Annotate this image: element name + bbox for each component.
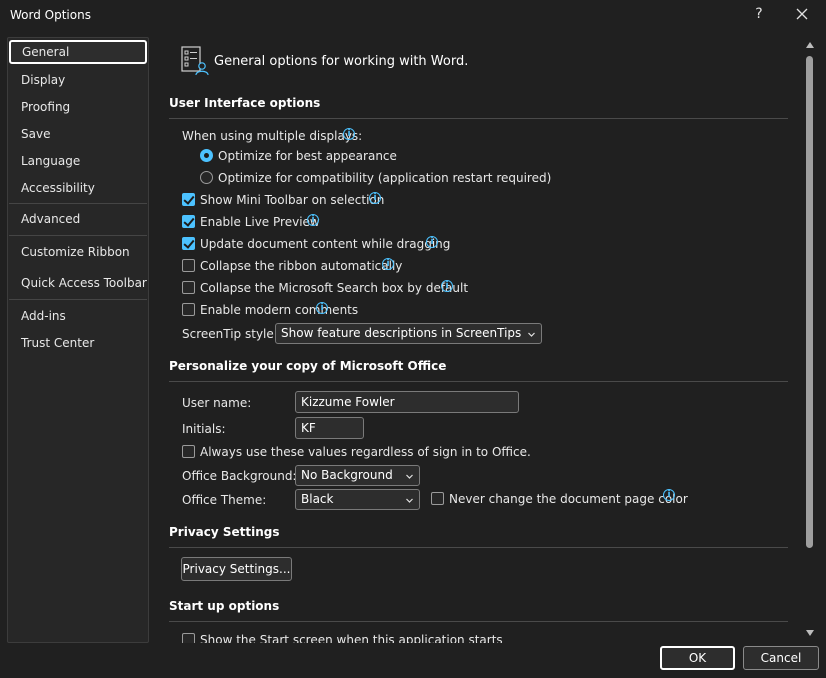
checkbox-collapse-ribbon[interactable] — [182, 259, 195, 272]
checkbox-modern-comments-label: Enable modern comments — [200, 303, 359, 317]
office-theme-label: Office Theme: — [182, 493, 267, 507]
section-divider — [169, 381, 788, 382]
office-background-value: No Background — [301, 468, 393, 482]
checkbox-collapse-search-label: Collapse the Microsoft Search box by def… — [200, 281, 469, 295]
section-divider — [169, 118, 788, 119]
screentip-select-value: Show feature descriptions in ScreenTips — [281, 326, 522, 340]
nav-item-accessibility[interactable]: Accessibility — [9, 176, 147, 200]
checkbox-update-content-label: Update document content while dragging — [200, 237, 451, 251]
close-icon[interactable] — [794, 6, 810, 22]
chevron-down-icon — [406, 498, 413, 503]
privacy-settings-button[interactable]: Privacy Settings... — [181, 557, 292, 581]
general-options-icon — [181, 46, 209, 76]
multi-display-label: When using multiple displays: — [182, 129, 363, 143]
checkbox-collapse-ribbon-label: Collapse the ribbon automatically — [200, 259, 403, 273]
title-bar: Word Options ? — [0, 0, 826, 32]
checkbox-never-change-page-color-label: Never change the document page color — [449, 492, 688, 506]
office-theme-select[interactable]: Black — [295, 489, 420, 510]
checkbox-never-change-page-color[interactable] — [431, 492, 444, 505]
scroll-down-icon[interactable] — [806, 630, 814, 636]
checkbox-collapse-search[interactable] — [182, 281, 195, 294]
office-background-select[interactable]: No Background — [295, 465, 420, 486]
ok-button[interactable]: OK — [660, 646, 735, 670]
info-icon: i — [369, 192, 381, 204]
nav-separator — [9, 235, 147, 236]
checkbox-always-use-values-label: Always use these values regardless of si… — [200, 445, 531, 459]
info-icon: i — [426, 236, 438, 248]
radio-compatibility-label: Optimize for compatibility (application … — [218, 171, 552, 185]
nav-item-customize-ribbon[interactable]: Customize Ribbon — [9, 240, 147, 264]
chevron-down-icon — [406, 474, 413, 479]
nav-item-general[interactable]: General — [9, 40, 147, 64]
section-divider — [169, 621, 788, 622]
scroll-up-icon[interactable] — [806, 42, 814, 48]
checkbox-show-start-screen[interactable] — [182, 633, 195, 643]
nav-item-add-ins[interactable]: Add-ins — [9, 304, 147, 328]
radio-best-appearance-label: Optimize for best appearance — [218, 149, 397, 163]
screentip-select[interactable]: Show feature descriptions in ScreenTips — [275, 323, 542, 344]
radio-compatibility[interactable] — [200, 171, 213, 184]
info-icon: i — [382, 258, 394, 270]
section-title-ui-options: User Interface options — [169, 96, 321, 110]
checkbox-live-preview-label: Enable Live Preview — [200, 215, 320, 229]
nav-item-language[interactable]: Language — [9, 149, 147, 173]
initials-input[interactable]: KF — [295, 417, 364, 439]
chevron-down-icon — [528, 332, 535, 337]
section-title-privacy: Privacy Settings — [169, 525, 280, 539]
content-scrollbar[interactable] — [803, 40, 817, 640]
nav-separator — [9, 203, 147, 204]
scroll-thumb[interactable] — [806, 56, 813, 548]
checkbox-mini-toolbar[interactable] — [182, 193, 195, 206]
nav-separator — [9, 299, 147, 300]
nav-item-save[interactable]: Save — [9, 122, 147, 146]
options-nav: General Display Proofing Save Language A… — [7, 37, 149, 643]
info-icon: i — [441, 280, 453, 292]
screentip-label: ScreenTip style: — [182, 327, 278, 341]
general-options-panel: General options for working with Word. U… — [150, 37, 802, 643]
office-background-label: Office Background: — [182, 469, 297, 483]
section-title-startup: Start up options — [169, 599, 280, 613]
nav-item-proofing[interactable]: Proofing — [9, 95, 147, 119]
checkbox-show-start-screen-label: Show the Start screen when this applicat… — [200, 633, 503, 643]
section-title-personalize: Personalize your copy of Microsoft Offic… — [169, 359, 447, 373]
radio-best-appearance[interactable] — [200, 149, 213, 162]
checkbox-modern-comments[interactable] — [182, 303, 195, 316]
checkbox-live-preview[interactable] — [182, 215, 195, 228]
window-title: Word Options — [10, 8, 91, 22]
username-label: User name: — [182, 396, 252, 410]
info-icon: i — [343, 128, 355, 140]
section-divider — [169, 547, 788, 548]
nav-item-advanced[interactable]: Advanced — [9, 207, 147, 231]
office-theme-value: Black — [301, 492, 334, 506]
info-icon: i — [316, 302, 328, 314]
initials-label: Initials: — [182, 422, 226, 436]
nav-item-trust-center[interactable]: Trust Center — [9, 331, 147, 355]
page-title: General options for working with Word. — [214, 54, 469, 69]
checkbox-mini-toolbar-label: Show Mini Toolbar on selection — [200, 193, 385, 207]
nav-item-display[interactable]: Display — [9, 68, 147, 92]
username-input[interactable]: Kizzume Fowler — [295, 391, 519, 413]
nav-item-quick-access-toolbar[interactable]: Quick Access Toolbar — [9, 271, 147, 295]
info-icon: i — [307, 214, 319, 226]
info-icon: i — [663, 489, 675, 501]
checkbox-always-use-values[interactable] — [182, 445, 195, 458]
help-icon[interactable]: ? — [752, 6, 766, 22]
cancel-button[interactable]: Cancel — [743, 646, 819, 670]
checkbox-update-content[interactable] — [182, 237, 195, 250]
